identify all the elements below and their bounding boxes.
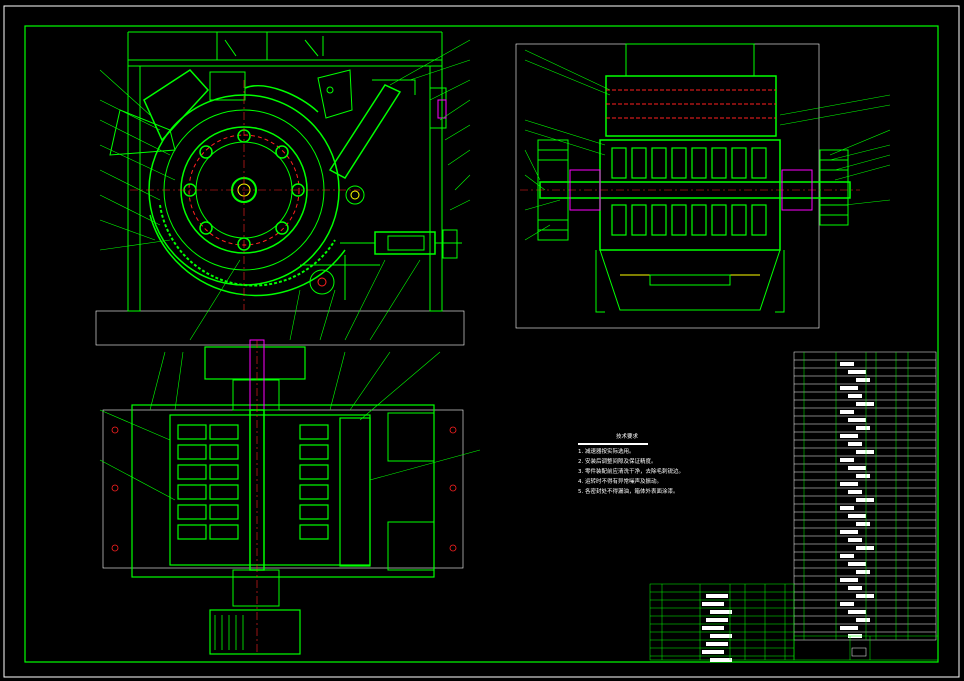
side-section-view [515,43,891,329]
title-block-cell-mark [706,618,728,622]
parts-list-cell-mark [848,538,862,542]
parts-list-cell-mark [856,402,874,406]
parts-list-cell-mark [840,554,854,558]
parts-list-cell-mark [856,498,874,502]
title-block-cell-mark [710,610,732,614]
parts-list-cell-mark [840,626,858,630]
parts-list-cell-mark [840,458,854,462]
parts-list-cell-mark [848,418,866,422]
requirement-line-3: 3. 零件装配前应清洗干净，去除毛刺锐边。 [578,469,684,475]
parts-list-cell-mark [840,578,858,582]
requirement-line-1: 1. 减速器按实际选用。 [578,449,635,455]
technical-requirements: 技术要求 1. 减速器按实际选用。 2. 安装后调整间隙及保证精度。 3. 零件… [578,432,718,497]
requirement-line-2: 2. 安装后调整间隙及保证精度。 [578,459,657,465]
parts-list-cell-mark [840,482,858,486]
title-block-cell-mark [702,650,724,654]
title-block [649,583,939,662]
parts-list-table [793,351,937,641]
parts-list-cell-mark [840,506,854,510]
parts-list-cell-mark [840,602,854,606]
parts-list-cell-mark [848,442,862,446]
parts-list-cell-mark [856,570,870,574]
parts-list-cell-mark [840,386,858,390]
parts-list-cell-mark [848,370,866,374]
drawing-canvas [3,5,960,678]
parts-list-cell-mark [856,618,870,622]
parts-list-cell-mark [856,450,874,454]
heading-underline [578,443,648,445]
front-section-view [95,31,471,346]
parts-list-cell-mark [856,426,870,430]
parts-list-cell-mark [840,434,858,438]
top-section-view [99,339,481,655]
title-block-cell-mark [710,658,732,662]
technical-requirements-heading: 技术要求 [615,434,638,440]
parts-list-cell-mark [848,514,866,518]
parts-list-cell-mark [856,546,874,550]
requirement-line-4: 4. 运转时不得有异常噪声及振动。 [578,479,662,485]
title-block-cell-mark [702,602,724,606]
parts-list-cell-mark [848,490,862,494]
parts-list-cell-mark [856,522,870,526]
parts-list-cell-mark [840,530,858,534]
parts-list-cell-mark [856,474,870,478]
title-block-cell-mark [710,634,732,638]
parts-list-cell-mark [856,378,870,382]
parts-list-cell-mark [840,362,854,366]
title-block-cell-mark [706,642,728,646]
parts-list-cell-mark [856,594,874,598]
parts-list-cell-mark [848,610,866,614]
requirement-line-5: 5. 各密封处不得漏油，箱体外表面涂漆。 [578,489,679,495]
parts-list-cell-mark [848,586,862,590]
parts-list-cell-mark [848,562,866,566]
parts-list-cell-mark [840,410,854,414]
title-block-cell-mark [702,626,724,630]
parts-list-cell-mark [848,394,862,398]
title-block-cell-mark [706,594,728,598]
parts-list-cell-mark [848,466,866,470]
